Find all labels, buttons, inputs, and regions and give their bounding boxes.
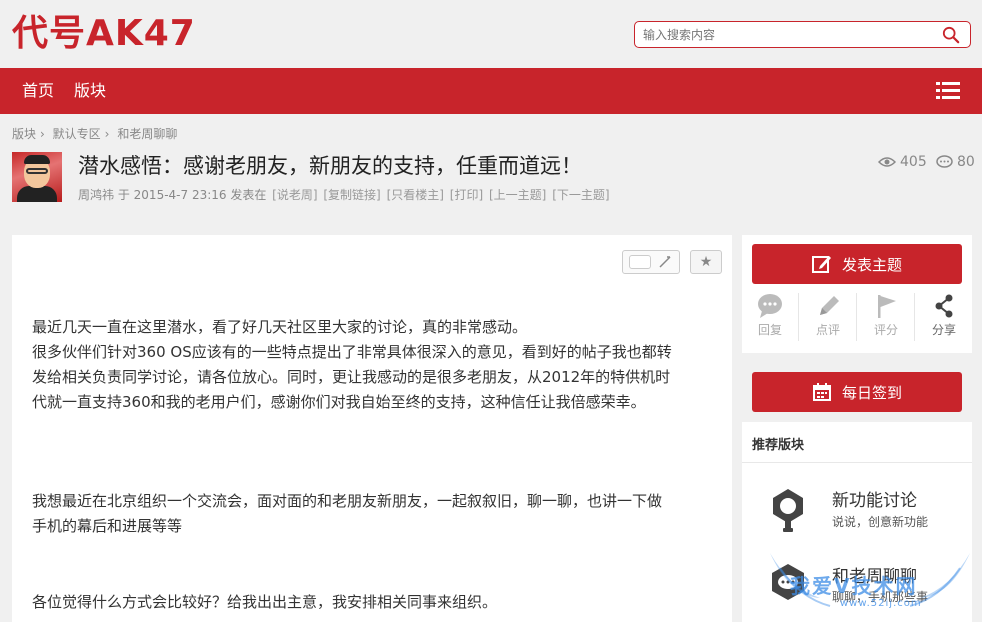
pencil-icon — [820, 296, 839, 315]
favorite-button[interactable]: ★ — [690, 250, 722, 274]
breadcrumb-separator: › — [40, 127, 45, 141]
edit-icon — [811, 256, 831, 273]
main-nav: 首页 版块 — [0, 68, 982, 114]
print-link[interactable]: [打印] — [450, 188, 483, 202]
breadcrumb-separator: › — [104, 127, 110, 141]
site-logo[interactable]: 代号AK47 — [12, 12, 196, 56]
post-meta: 周鸿祎 于 2015-4-7 23:16 发表在 [说老周] [复制链接] [只… — [78, 186, 610, 203]
search-icon[interactable] — [942, 26, 960, 44]
reply-icon — [758, 294, 782, 318]
lightbulb-icon[interactable] — [768, 486, 808, 534]
author-name[interactable]: 周鸿祎 — [78, 188, 114, 202]
comment-action[interactable]: 点评 — [803, 293, 853, 338]
forum-link[interactable]: [说老周] — [272, 188, 317, 202]
prev-topic-link[interactable]: [上一主题] — [489, 188, 546, 202]
post-paragraph: 代就一直支持360和我的老用户们，感谢你们对我自始至终的支持，这种信任让我倍感荣… — [32, 393, 646, 411]
watermark-text: 我爱V技术网 — [790, 574, 918, 598]
forum-description: 说说，创意新功能 — [832, 515, 929, 529]
new-topic-button[interactable]: 发表主题 — [752, 244, 962, 284]
share-action[interactable]: 分享 — [919, 293, 969, 338]
post-date: 于 2015-4-7 23:16 发表在 — [117, 188, 267, 202]
breadcrumb: 版块 › 默认专区 › 和老周聊聊 — [12, 125, 181, 142]
eye-icon — [878, 157, 896, 167]
breadcrumb-item[interactable]: 和老周聊聊 — [117, 127, 177, 141]
flag-icon — [878, 295, 896, 318]
star-icon: ★ — [699, 254, 713, 270]
reply-action[interactable]: 回复 — [745, 293, 795, 338]
comment-icon — [936, 155, 953, 168]
daily-checkin-button[interactable]: 每日签到 — [752, 372, 962, 412]
search-input[interactable] — [643, 26, 933, 44]
views-count: 405 — [878, 154, 927, 170]
edit-icon — [659, 256, 671, 268]
breadcrumb-item[interactable]: 默认专区 — [53, 127, 101, 141]
header: 代号AK47 — [0, 0, 982, 68]
post-title: 潜水感悟：感谢老朋友，新朋友的支持，任重而道远！ — [78, 154, 582, 178]
author-only-link[interactable]: [只看楼主] — [387, 188, 444, 202]
post-paragraph: 发给相关负责同学讨论，请各位放心。同时，更让我感动的是很多老朋友，从2012年的… — [32, 368, 671, 386]
post-paragraph: 我想最近在北京组织一个交流会，面对面的和老朋友新朋友，一起叙叙旧，聊一聊，也讲一… — [32, 492, 663, 510]
avatar[interactable] — [12, 152, 62, 202]
share-icon — [935, 294, 953, 318]
display-toggle-button[interactable] — [622, 250, 680, 274]
rate-action[interactable]: 评分 — [861, 293, 911, 338]
nav-item-forums[interactable]: 版块 — [74, 68, 106, 114]
post-paragraph: 最近几天一直在这里潜水，看了好几天社区里大家的讨论，真的非常感动。 — [32, 318, 528, 336]
copy-link[interactable]: [复制链接] — [323, 188, 380, 202]
post-paragraph: 手机的幕后和进展等等 — [32, 517, 183, 535]
replies-count: 80 — [936, 154, 975, 170]
nav-item-home[interactable]: 首页 — [22, 68, 54, 114]
post-paragraph: 各位觉得什么方式会比较好？给我出出主意，我安排相关同事来组织。 — [32, 593, 498, 611]
watermark-url: www.52ij.com — [840, 598, 922, 609]
next-topic-link[interactable]: [下一主题] — [552, 188, 609, 202]
calendar-icon — [812, 383, 831, 401]
forum-name[interactable]: 新功能讨论 — [832, 486, 917, 511]
search-box[interactable] — [634, 21, 971, 48]
breadcrumb-item[interactable]: 版块 — [12, 127, 36, 141]
menu-icon[interactable] — [936, 80, 960, 102]
post-content: ★ 最近几天一直在这里潜水，看了好几天社区里大家的讨论，真的非常感动。 很多伙伴… — [12, 235, 732, 622]
recommended-title: 推荐版块 — [752, 438, 805, 453]
post-paragraph: 很多伙伴们针对360 OS应该有的一些特点提出了非常具体很深入的意见，看到好的帖… — [32, 343, 672, 361]
